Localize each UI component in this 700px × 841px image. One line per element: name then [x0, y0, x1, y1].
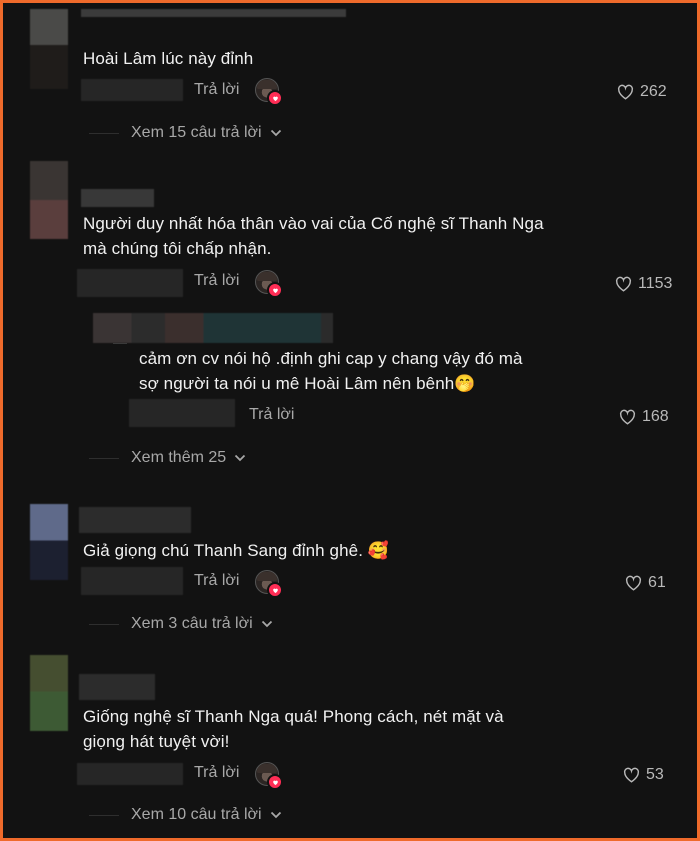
username-redacted[interactable] — [79, 507, 191, 533]
like-count: 61 — [648, 574, 666, 591]
heart-outline-icon — [623, 767, 640, 783]
heart-outline-icon — [625, 575, 642, 591]
date-redacted — [77, 763, 183, 785]
comment-text-line1: Giống nghệ sĩ Thanh Nga quá! Phong cách,… — [83, 707, 504, 726]
view-replies-label: Xem 10 câu trả lời — [131, 806, 262, 823]
thread-line — [89, 458, 119, 459]
chevron-down-icon — [261, 620, 272, 628]
comment-text-line1: Người duy nhất hóa thân vào vai của Cố n… — [83, 214, 544, 233]
chevron-down-icon — [235, 454, 246, 462]
creator-heart-badge-icon — [267, 282, 283, 298]
view-replies-button[interactable]: Xem 3 câu trả lời — [131, 614, 273, 634]
date-redacted — [81, 79, 183, 101]
date-redacted — [81, 567, 183, 595]
comment-text: Giả giọng chú Thanh Sang đỉnh ghê. — [83, 541, 364, 560]
reply-text-line1: cảm ơn cv nói hộ .định ghi cap y chang v… — [139, 349, 523, 368]
creator-liked-avatar — [255, 570, 283, 598]
creator-liked-avatar — [255, 762, 283, 790]
view-replies-button[interactable]: Xem 10 câu trả lời — [131, 805, 282, 825]
view-replies-label: Xem 3 câu trả lời — [131, 615, 253, 632]
like-button[interactable]: 168 — [619, 407, 669, 427]
thread-line — [89, 624, 119, 625]
emoji: 🥰 — [367, 541, 390, 560]
like-count: 1153 — [638, 275, 673, 292]
reply-button[interactable]: Trả lời — [249, 405, 294, 425]
creator-heart-badge-icon — [267, 90, 283, 106]
username-redacted[interactable] — [79, 674, 155, 700]
like-button[interactable]: 1153 — [615, 274, 672, 294]
like-button[interactable]: 61 — [625, 573, 666, 593]
date-redacted — [77, 269, 183, 297]
creator-heart-badge-icon — [267, 582, 283, 598]
thread-line — [89, 815, 119, 816]
reply-text-line2: sợ người ta nói u mê Hoài Lâm nên bênh — [139, 374, 455, 393]
creator-liked-avatar — [255, 270, 283, 298]
like-button[interactable]: 53 — [623, 765, 664, 785]
reply-button[interactable]: Trả lời — [194, 271, 239, 291]
avatar[interactable] — [30, 655, 68, 731]
like-count: 262 — [640, 83, 667, 100]
avatar[interactable] — [30, 161, 68, 239]
comment-text-line2: giọng hát tuyệt vời! — [83, 732, 230, 751]
thread-line — [89, 133, 119, 134]
view-replies-button[interactable]: Xem 15 câu trả lời — [131, 123, 282, 143]
reply-button[interactable]: Trả lời — [194, 80, 239, 100]
creator-heart-badge-icon — [267, 774, 283, 790]
heart-outline-icon — [615, 276, 632, 292]
avatar[interactable] — [30, 9, 68, 89]
chevron-down-icon — [270, 811, 281, 819]
view-replies-label: Xem thêm 25 — [131, 449, 227, 466]
emoji: 🤭 — [454, 374, 476, 393]
reply-connector — [113, 343, 127, 344]
avatar[interactable] — [30, 504, 68, 580]
comment-text-wrap: Giả giọng chú Thanh Sang đỉnh ghê. 🥰 — [83, 538, 389, 563]
view-replies-label: Xem 15 câu trả lời — [131, 124, 262, 141]
username-redacted[interactable] — [81, 189, 154, 207]
chevron-down-icon — [270, 129, 281, 137]
like-count: 168 — [642, 408, 669, 425]
comment-text: Hoài Lâm lúc này đỉnh — [83, 49, 254, 68]
heart-outline-icon — [617, 84, 634, 100]
reply-text-line2-wrap: sợ người ta nói u mê Hoài Lâm nên bênh🤭 — [139, 371, 476, 396]
like-button[interactable]: 262 — [617, 82, 667, 102]
view-more-replies-button[interactable]: Xem thêm 25 — [131, 448, 246, 468]
creator-liked-avatar — [255, 78, 283, 106]
date-redacted — [129, 399, 235, 427]
comments-panel: Hoài Lâm lúc này đỉnh Trả lời 262 Xem 15… — [0, 0, 700, 841]
username-redacted[interactable] — [81, 9, 346, 17]
like-count: 53 — [646, 766, 664, 783]
reply-button[interactable]: Trả lời — [194, 763, 239, 783]
reply-avatar-username-redacted[interactable] — [93, 313, 333, 343]
heart-outline-icon — [619, 409, 636, 425]
reply-button[interactable]: Trả lời — [194, 571, 239, 591]
comment-text-line2: mà chúng tôi chấp nhận. — [83, 239, 272, 258]
